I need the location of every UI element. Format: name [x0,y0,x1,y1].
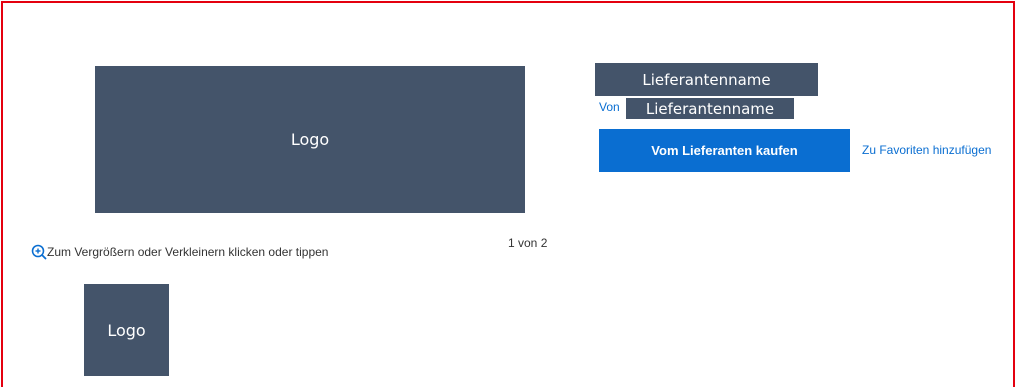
supplier-name-link[interactable]: Lieferantenname [626,98,794,119]
supplier-name-text: Lieferantenname [645,99,775,118]
buy-from-supplier-label: Vom Lieferanten kaufen [651,143,798,158]
zoom-in-icon [31,244,47,260]
zoom-hint-text: Zum Vergrößern oder Verkleinern klicken … [47,245,329,259]
buy-from-supplier-button[interactable]: Vom Lieferanten kaufen [599,129,850,172]
supplier-title-text: Lieferantenname [642,70,771,89]
product-image-main[interactable]: Logo [95,66,525,213]
product-image-thumbnail-label: Logo [107,320,146,340]
zoom-hint[interactable]: Zum Vergrößern oder Verkleinern klicken … [31,244,328,260]
image-pager: 1 von 2 [508,236,548,250]
product-image-thumbnail[interactable]: Logo [84,284,169,376]
product-detail-frame: Logo Zum Vergrößern oder Verkleinern kli… [1,1,1015,387]
supplier-title: Lieferantenname [595,63,818,96]
add-to-favorites-link[interactable]: Zu Favoriten hinzufügen [862,143,991,157]
product-image-main-label: Logo [290,130,330,149]
von-label: Von [599,100,620,114]
